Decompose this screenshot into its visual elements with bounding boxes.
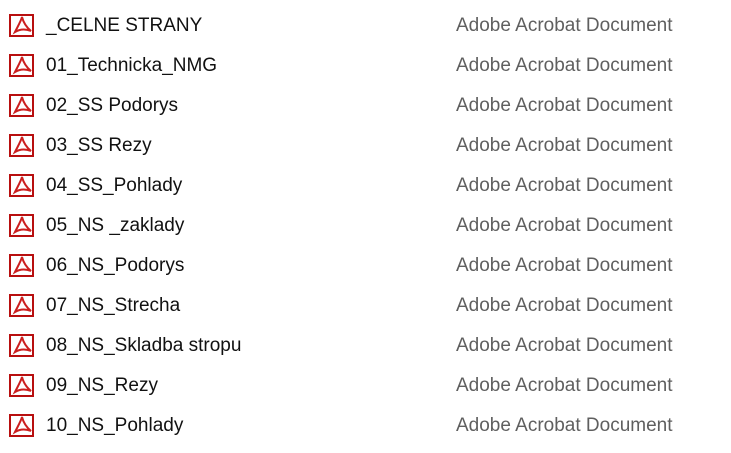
pdf-file-icon bbox=[8, 254, 36, 278]
pdf-file-icon bbox=[8, 94, 36, 118]
file-name: 01_Technicka_NMG bbox=[46, 55, 218, 76]
file-name: 09_NS_Rezy bbox=[46, 375, 158, 396]
file-type: Adobe Acrobat Document bbox=[456, 415, 673, 436]
file-row[interactable]: 02_SS Podorys Adobe Acrobat Document bbox=[0, 86, 731, 126]
pdf-file-icon bbox=[8, 294, 36, 318]
file-name: 04_SS_Pohlady bbox=[46, 175, 183, 196]
file-row[interactable]: 09_NS_Rezy Adobe Acrobat Document bbox=[0, 366, 731, 406]
file-name: _CELNE STRANY bbox=[46, 15, 203, 36]
pdf-file-icon bbox=[8, 174, 36, 198]
file-row[interactable]: _CELNE STRANY Adobe Acrobat Document bbox=[0, 6, 731, 46]
file-name: 08_NS_Skladba stropu bbox=[46, 335, 242, 356]
file-type: Adobe Acrobat Document bbox=[456, 15, 673, 36]
file-type: Adobe Acrobat Document bbox=[456, 215, 673, 236]
pdf-file-icon bbox=[8, 334, 36, 358]
file-row[interactable]: 10_NS_Pohlady Adobe Acrobat Document bbox=[0, 406, 731, 446]
pdf-file-icon bbox=[8, 414, 36, 438]
pdf-file-icon bbox=[8, 14, 36, 38]
file-row[interactable]: 05_NS _zaklady Adobe Acrobat Document bbox=[0, 206, 731, 246]
file-type: Adobe Acrobat Document bbox=[456, 95, 673, 116]
pdf-file-icon bbox=[8, 374, 36, 398]
file-row[interactable]: 01_Technicka_NMG Adobe Acrobat Document bbox=[0, 46, 731, 86]
file-type: Adobe Acrobat Document bbox=[456, 255, 673, 276]
pdf-file-icon bbox=[8, 214, 36, 238]
pdf-file-icon bbox=[8, 54, 36, 78]
file-type: Adobe Acrobat Document bbox=[456, 335, 673, 356]
file-type: Adobe Acrobat Document bbox=[456, 375, 673, 396]
file-row[interactable]: 04_SS_Pohlady Adobe Acrobat Document bbox=[0, 166, 731, 206]
file-type: Adobe Acrobat Document bbox=[456, 135, 673, 156]
file-name: 10_NS_Pohlady bbox=[46, 415, 184, 436]
file-name: 03_SS Rezy bbox=[46, 135, 152, 156]
file-type: Adobe Acrobat Document bbox=[456, 55, 673, 76]
file-type: Adobe Acrobat Document bbox=[456, 175, 673, 196]
file-name: 06_NS_Podorys bbox=[46, 255, 185, 276]
file-name: 02_SS Podorys bbox=[46, 95, 179, 116]
file-name: 05_NS _zaklady bbox=[46, 215, 185, 236]
file-row[interactable]: 07_NS_Strecha Adobe Acrobat Document bbox=[0, 286, 731, 326]
file-type: Adobe Acrobat Document bbox=[456, 295, 673, 316]
file-list: _CELNE STRANY Adobe Acrobat Document 01_… bbox=[0, 0, 731, 453]
file-name: 07_NS_Strecha bbox=[46, 295, 181, 316]
pdf-file-icon bbox=[8, 134, 36, 158]
file-row[interactable]: 08_NS_Skladba stropu Adobe Acrobat Docum… bbox=[0, 326, 731, 366]
file-row[interactable]: 06_NS_Podorys Adobe Acrobat Document bbox=[0, 246, 731, 286]
file-row[interactable]: 03_SS Rezy Adobe Acrobat Document bbox=[0, 126, 731, 166]
